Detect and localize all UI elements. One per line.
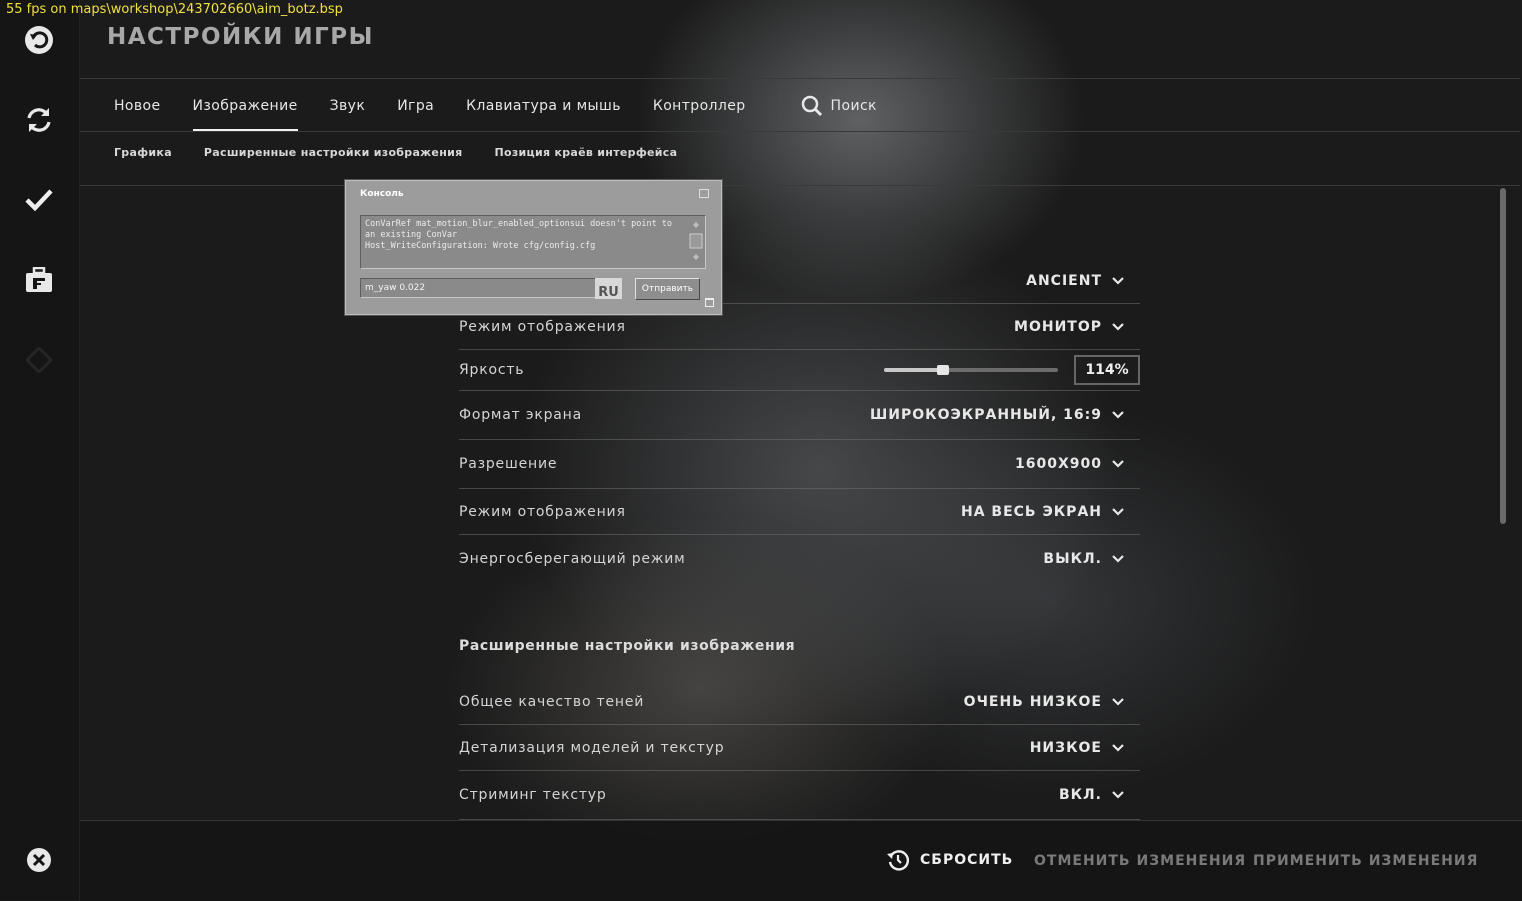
checkmark-icon — [25, 189, 53, 212]
keyboard-layout-indicator: RU — [595, 278, 622, 299]
sidebar-undo-button[interactable] — [19, 20, 59, 60]
search-icon — [801, 95, 822, 117]
setting-label: Формат экрана — [459, 407, 582, 423]
setting-value: НА ВЕСЬ ЭКРАН — [960, 503, 1102, 520]
setting-row: Общее качество теней ОЧЕНЬ НИЗКОЕ — [459, 680, 1140, 725]
setting-value: ШИРОКОЭКРАННЫЙ, 16:9 — [869, 407, 1102, 423]
sidebar-close-button[interactable] — [19, 840, 59, 880]
console-log-text: ConVarRef mat_motion_blur_enabled_option… — [365, 219, 673, 251]
reset-button[interactable]: СБРОСИТЬ — [886, 848, 1013, 872]
tab-audio[interactable]: Звук — [314, 80, 382, 132]
divider — [80, 78, 1520, 79]
reset-label: СБРОСИТЬ — [920, 852, 1014, 868]
sidebar-diamond-button[interactable] — [19, 340, 59, 380]
brightness-control: 114% — [884, 355, 1140, 385]
setting-dropdown[interactable]: НИЗКОЕ — [1030, 740, 1140, 756]
setting-row: Энергосберегающий режим ВЫКЛ. — [459, 535, 1140, 583]
setting-value: МОНИТОР — [1014, 318, 1102, 335]
subtab-hud-edge[interactable]: Позиция краёв интерфейса — [478, 146, 693, 159]
brightness-value-field[interactable]: 114% — [1074, 355, 1140, 385]
setting-value: ANCIENT — [1026, 272, 1102, 289]
chevron-down-icon — [1112, 460, 1124, 468]
sidebar-check-button[interactable] — [19, 180, 59, 220]
chevron-down-icon — [1112, 507, 1124, 516]
console-send-button[interactable]: Отправить — [635, 278, 700, 300]
setting-label: Общее качество теней — [459, 694, 645, 710]
slider-fill — [884, 368, 944, 372]
setting-dropdown[interactable]: ОЧЕНЬ НИЗКОЕ — [964, 694, 1140, 710]
sidebar-inventory-button[interactable] — [19, 260, 59, 300]
diamond-icon — [26, 347, 52, 373]
setting-dropdown[interactable]: 1600X900 — [1015, 456, 1140, 472]
setting-dropdown[interactable]: ШИРОКОЭКРАННЫЙ, 16:9 — [870, 407, 1140, 423]
setting-dropdown[interactable]: ВКЛ. — [1059, 787, 1140, 803]
chevron-down-icon — [1112, 698, 1124, 706]
chevron-down-icon — [1112, 555, 1124, 563]
setting-value: ВКЛ. — [1058, 787, 1102, 803]
setting-row: Стриминг текстур ВКЛ. — [459, 771, 1140, 820]
scrollbar[interactable] — [1500, 188, 1506, 524]
search-label: Поиск — [830, 98, 877, 114]
setting-label: Детализация моделей и текстур — [459, 739, 725, 756]
console-scrollbar[interactable] — [689, 218, 703, 264]
slider-handle[interactable] — [937, 365, 950, 375]
setting-row: Детализация моделей и текстур НИЗКОЕ — [459, 725, 1140, 771]
refresh-icon — [27, 108, 51, 132]
sidebar-refresh-button[interactable] — [19, 100, 59, 140]
setting-row-brightness: Яркость 114% — [459, 350, 1140, 391]
setting-row: Формат экрана ШИРОКОЭКРАННЫЙ, 16:9 — [459, 391, 1140, 440]
tab-controller[interactable]: Контроллер — [637, 80, 762, 132]
subtab-advanced-video[interactable]: Расширенные настройки изображения — [188, 146, 479, 159]
console-window[interactable]: Консоль ConVarRef mat_motion_blur_enable… — [345, 180, 722, 315]
setting-value: ОЧЕНЬ НИЗКОЕ — [963, 694, 1102, 710]
console-title: Консоль — [360, 189, 404, 199]
setting-label: Стриминг текстур — [459, 787, 607, 803]
page-title: НАСТРОЙКИ ИГРЫ — [107, 24, 374, 50]
setting-dropdown[interactable]: ANCIENT — [1026, 273, 1140, 289]
chevron-down-icon — [1112, 743, 1124, 752]
setting-dropdown[interactable]: НА ВЕСЬ ЭКРАН — [961, 504, 1140, 520]
setting-label: Режим отображения — [459, 318, 626, 335]
divider — [80, 131, 1520, 132]
divider — [80, 185, 1520, 186]
console-close-button[interactable] — [699, 189, 709, 198]
tab-video[interactable]: Изображение — [177, 80, 314, 132]
setting-label: Яркость — [459, 362, 525, 378]
cancel-changes-button[interactable]: ОТМЕНИТЬ ИЗМЕНЕНИЯ — [1034, 853, 1246, 869]
brightness-slider[interactable] — [884, 365, 1058, 375]
subtab-graphics[interactable]: Графика — [98, 146, 188, 159]
search-button[interactable]: Поиск — [785, 80, 877, 132]
chevron-down-icon — [1112, 791, 1124, 799]
briefcase-icon — [26, 267, 52, 292]
fps-counter: 55 fps on maps\workshop\243702660\aim_bo… — [6, 2, 343, 17]
tab-bar: Новое Изображение Звук Игра Клавиатура и… — [98, 80, 877, 132]
setting-dropdown[interactable]: МОНИТОР — [1014, 319, 1140, 335]
setting-label: Режим отображения — [459, 503, 626, 520]
tab-keyboard-mouse[interactable]: Клавиатура и мышь — [450, 80, 637, 132]
tab-separator — [779, 90, 781, 122]
setting-value: НИЗКОЕ — [1029, 739, 1102, 756]
close-icon — [27, 848, 51, 872]
setting-label: Разрешение — [459, 456, 558, 472]
chevron-down-icon — [1112, 276, 1124, 285]
console-input[interactable] — [360, 278, 608, 298]
setting-value: 1600X900 — [1015, 456, 1102, 472]
setting-dropdown[interactable]: ВЫКЛ. — [1043, 551, 1140, 567]
sidebar — [0, 0, 80, 900]
apply-changes-button[interactable]: ПРИМЕНИТЬ ИЗМЕНЕНИЯ — [1253, 853, 1478, 869]
chevron-down-icon — [1112, 411, 1124, 419]
section-title-advanced: Расширенные настройки изображения — [459, 638, 796, 654]
tab-new[interactable]: Новое — [98, 80, 177, 132]
history-icon — [887, 850, 910, 871]
tab-game[interactable]: Игра — [381, 80, 450, 132]
setting-label: Энергосберегающий режим — [459, 551, 686, 567]
setting-row: Режим отображения НА ВЕСЬ ЭКРАН — [459, 489, 1140, 535]
subtab-bar: Графика Расширенные настройки изображени… — [98, 146, 693, 159]
setting-row: Разрешение 1600X900 — [459, 440, 1140, 489]
console-resize-grip[interactable] — [705, 298, 714, 307]
setting-value: ВЫКЛ. — [1043, 551, 1102, 567]
chevron-down-icon — [1112, 322, 1124, 331]
undo-icon — [25, 26, 53, 54]
console-log[interactable]: ConVarRef mat_motion_blur_enabled_option… — [360, 215, 706, 269]
